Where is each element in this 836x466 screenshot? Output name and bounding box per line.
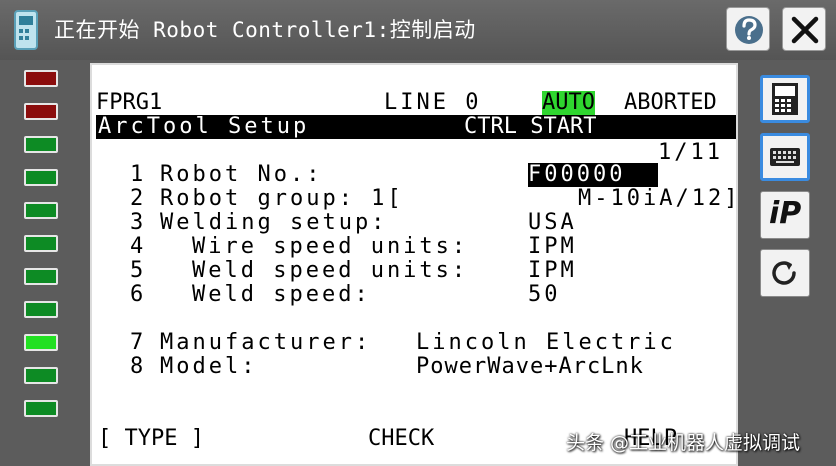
execution-status: ABORTED xyxy=(624,90,717,115)
status-led xyxy=(24,301,58,318)
item-label-robot-no[interactable]: Robot No.: xyxy=(160,163,322,187)
title-bar: 正在开始 Robot Controller1:控制启动 xyxy=(0,0,836,60)
refresh-icon xyxy=(772,261,796,285)
watermark: 头条 @工业机器人虚拟调试 xyxy=(566,432,801,454)
mode-indicator: AUTO xyxy=(542,90,595,115)
status-led xyxy=(24,235,58,252)
item-number: 3 xyxy=(130,210,147,235)
item-label-robot-group[interactable]: Robot group: 1[ xyxy=(160,187,404,211)
robot-no-value[interactable]: F00000 xyxy=(528,163,658,187)
window-title: 正在开始 Robot Controller1:控制启动 xyxy=(54,18,476,42)
teach-pendant-screen[interactable]: FPRG1 LINE 0 AUTO ABORTED ArcTool Setup … xyxy=(90,63,738,466)
keyboard-icon xyxy=(770,148,800,166)
screen-action: CTRL START xyxy=(464,114,597,139)
screen-title: ArcTool Setup xyxy=(98,114,310,139)
status-led xyxy=(24,103,58,120)
softkey-f3-check[interactable]: CHECK xyxy=(368,427,434,451)
item-label-wire-speed-units[interactable]: Wire speed units: xyxy=(192,235,468,259)
item-label-weld-speed-units[interactable]: Weld speed units: xyxy=(192,259,468,283)
item-number: 6 xyxy=(130,282,147,307)
wire-speed-units-value[interactable]: IPM xyxy=(528,235,577,259)
status-led xyxy=(24,202,58,219)
softkey-f1-type[interactable]: [ TYPE ] xyxy=(98,427,204,451)
weld-speed-value[interactable]: 50 xyxy=(528,283,561,307)
item-label-weld-speed[interactable]: Weld speed: xyxy=(192,283,371,307)
item-number: 1 xyxy=(130,162,147,187)
help-button[interactable] xyxy=(726,7,770,51)
program-name: FPRG1 xyxy=(96,90,163,115)
model-value[interactable]: PowerWave+ArcLnk xyxy=(416,355,644,379)
close-x-icon xyxy=(791,16,819,44)
teach-pendant-app-icon xyxy=(14,10,38,50)
item-number: 7 xyxy=(130,330,147,355)
item-label-manufacturer[interactable]: Manufacturer: xyxy=(160,331,371,355)
item-number: 8 xyxy=(130,354,147,379)
weld-speed-units-value[interactable]: IPM xyxy=(528,259,577,283)
teach-pendant-button[interactable] xyxy=(760,75,810,123)
keyboard-button[interactable] xyxy=(760,133,810,181)
status-led xyxy=(24,334,58,351)
manufacturer-value[interactable]: Lincoln Electric xyxy=(416,331,676,355)
item-number: 5 xyxy=(130,258,147,283)
page-indicator: 1/11 xyxy=(658,140,723,165)
line-indicator: LINE 0 xyxy=(384,90,482,115)
status-led xyxy=(24,136,58,153)
welding-setup-value[interactable]: USA xyxy=(528,211,577,235)
item-label-welding-setup[interactable]: Welding setup: xyxy=(160,211,387,235)
item-number: 4 xyxy=(130,234,147,259)
refresh-button[interactable] xyxy=(760,249,810,297)
teach-pendant-icon xyxy=(772,83,798,115)
ip-icon: iP xyxy=(769,196,802,231)
item-label-model[interactable]: Model: xyxy=(160,355,257,379)
ip-button[interactable]: iP xyxy=(760,191,810,239)
status-led xyxy=(24,70,58,87)
question-mark-icon xyxy=(735,16,763,44)
status-led xyxy=(24,400,58,417)
status-led xyxy=(24,169,58,186)
status-led xyxy=(24,367,58,384)
close-button[interactable] xyxy=(782,7,826,51)
robot-group-value[interactable]: M-10iA/12] xyxy=(578,187,736,211)
item-number: 2 xyxy=(130,186,147,211)
status-led xyxy=(24,268,58,285)
